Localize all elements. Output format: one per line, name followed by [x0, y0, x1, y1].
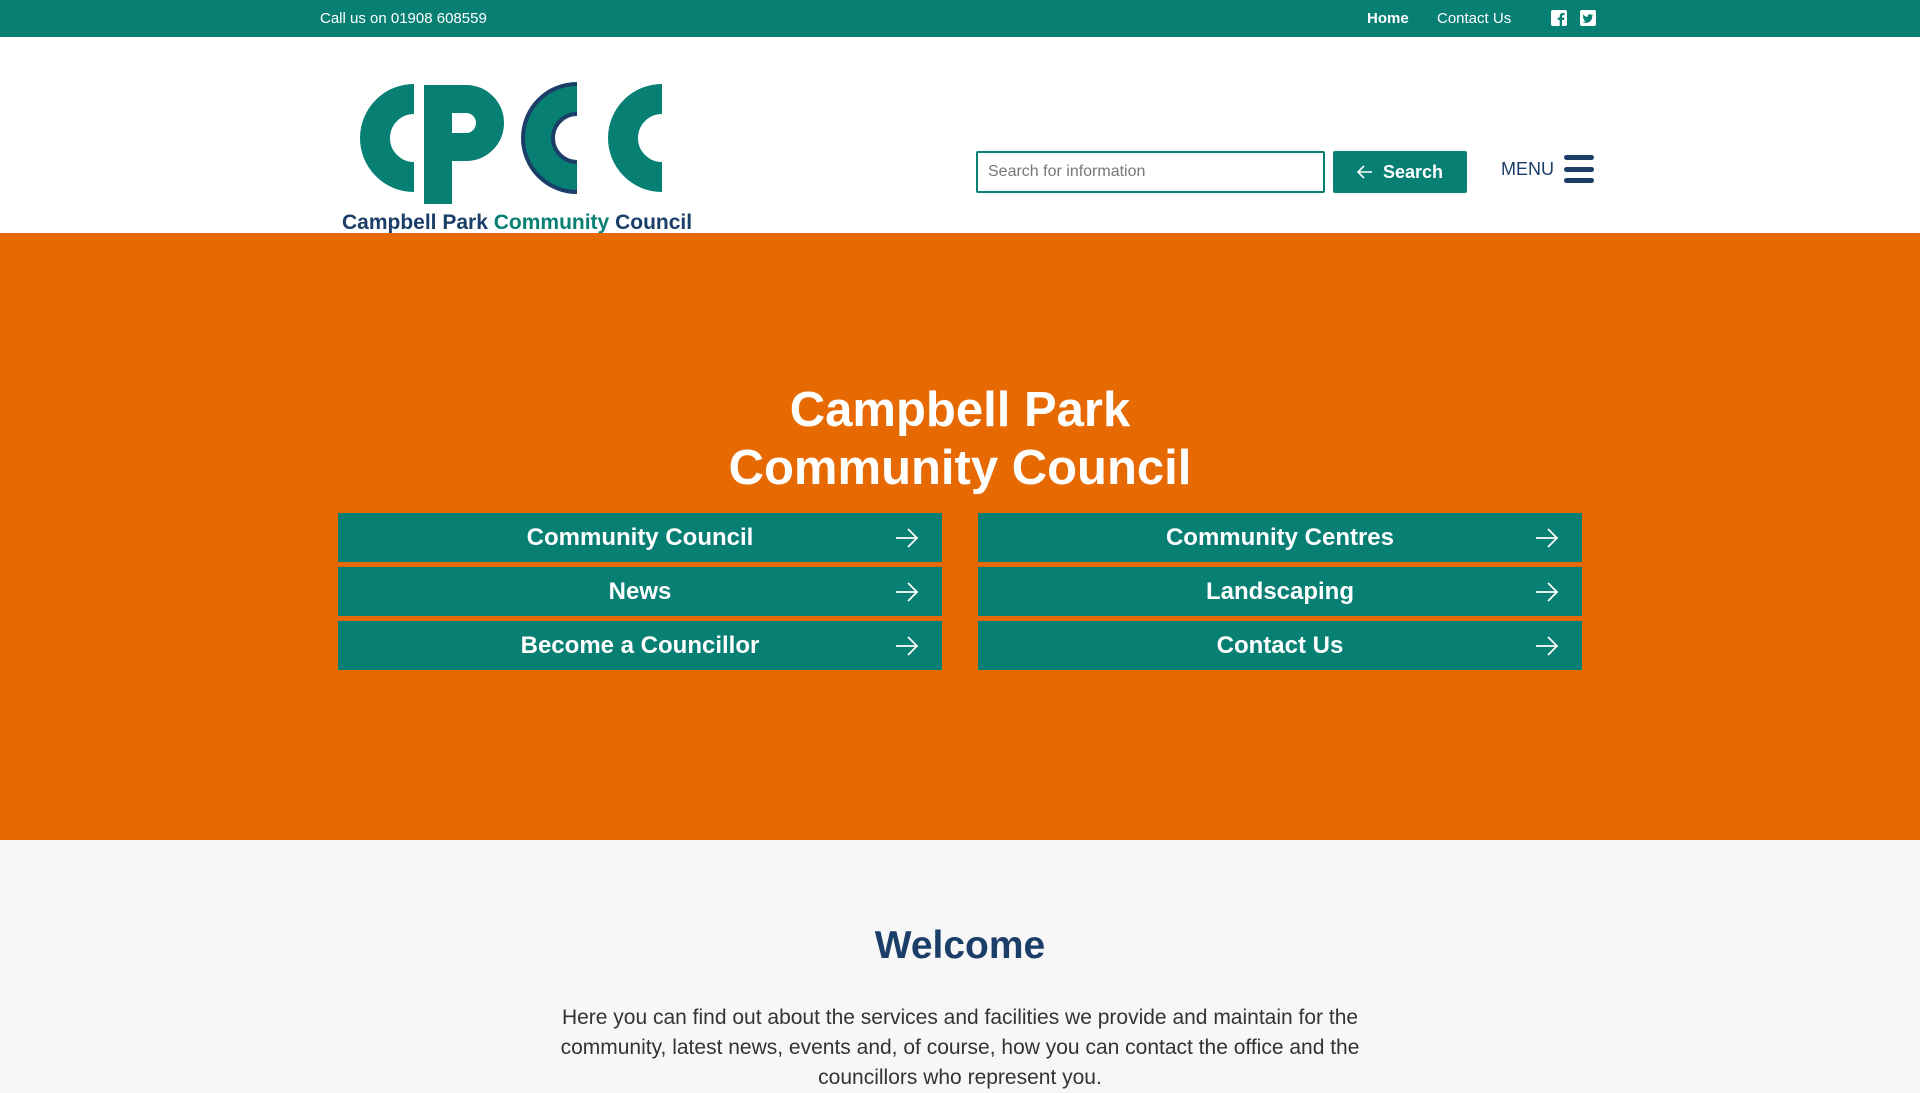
- hero-section: Campbell Park Community Council Communit…: [0, 233, 1920, 840]
- twitter-icon[interactable]: [1580, 10, 1596, 26]
- search-button-label: Search: [1382, 161, 1444, 182]
- search-input[interactable]: [976, 151, 1325, 193]
- nav-home-link[interactable]: Home: [1367, 10, 1409, 27]
- tile-news[interactable]: News: [338, 567, 942, 616]
- tile-landscaping[interactable]: Landscaping: [978, 567, 1582, 616]
- menu-toggle[interactable]: MENU: [1501, 155, 1594, 183]
- site-header: Campbell Park Community Council Search M…: [0, 37, 1920, 234]
- top-bar: Call us on 01908 608559 Home Contact Us: [0, 0, 1920, 37]
- site-logo[interactable]: Campbell Park Community Council: [340, 79, 692, 239]
- welcome-heading: Welcome: [874, 924, 1046, 967]
- tile-contact-us[interactable]: Contact Us: [978, 621, 1582, 670]
- phone-number: Call us on 01908 608559: [320, 10, 487, 27]
- hamburger-icon: [1564, 155, 1594, 183]
- arrow-right-icon: [1536, 636, 1559, 656]
- facebook-icon[interactable]: [1551, 10, 1567, 26]
- tile-community-centres[interactable]: Community Centres: [978, 513, 1582, 562]
- arrow-right-icon: [896, 528, 919, 548]
- arrow-right-icon: [1536, 528, 1559, 548]
- arrow-right-icon: [896, 636, 919, 656]
- menu-label: MENU: [1501, 158, 1554, 179]
- tile-become-a-councillor[interactable]: Become a Councillor: [338, 621, 942, 670]
- hero-title: Campbell Park Community Council: [728, 383, 1192, 495]
- arrow-right-icon: [896, 582, 919, 602]
- arrow-right-icon: [1536, 582, 1559, 602]
- tile-community-council[interactable]: Community Council: [338, 513, 942, 562]
- search-button[interactable]: Search: [1333, 151, 1467, 193]
- logo-caption: Campbell Park Community Council: [342, 211, 693, 234]
- nav-contact-link[interactable]: Contact Us: [1437, 10, 1511, 27]
- arrow-left-icon: [1356, 165, 1372, 179]
